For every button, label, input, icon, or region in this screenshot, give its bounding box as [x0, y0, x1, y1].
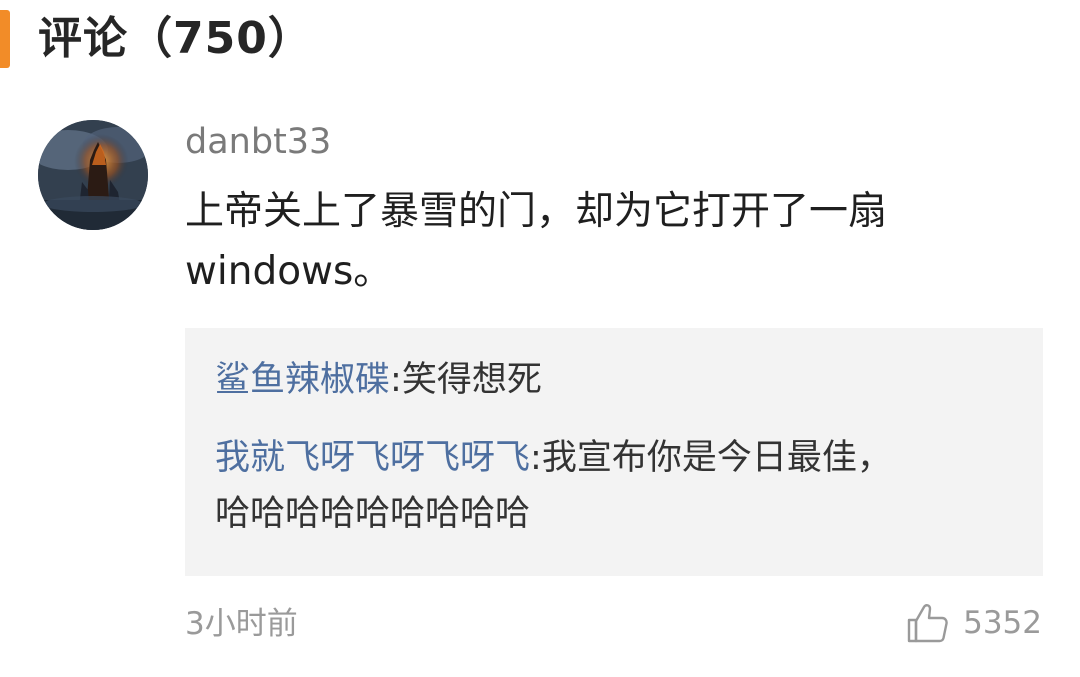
reply-line: 我就飞呀飞呀飞呀飞:我宣布你是今日最佳， [215, 430, 892, 486]
reply-line: 哈哈哈哈哈哈哈哈哈 [215, 494, 531, 534]
reply-item[interactable]: 鲨鱼辣椒碟:笑得想死 [215, 352, 542, 408]
reply-item[interactable]: 我就飞呀飞呀飞呀飞:我宣布你是今日最佳， 哈哈哈哈哈哈哈哈哈 [215, 430, 892, 542]
comments-header: 评论（750） [0, 0, 1080, 80]
replies-box[interactable]: 鲨鱼辣椒碟:笑得想死 我就飞呀飞呀飞呀飞:我宣布你是今日最佳， 哈哈哈哈哈哈哈哈… [185, 328, 1043, 576]
comments-title: 评论（750） [38, 13, 313, 64]
reply-line: 鲨鱼辣椒碟:笑得想死 [215, 352, 542, 408]
thumbs-up-icon [907, 604, 948, 643]
avatar-fantasy-tower-icon [38, 120, 148, 230]
reply-author[interactable]: 鲨鱼辣椒碟 [215, 360, 390, 400]
comment-username[interactable]: danbt33 [185, 120, 331, 164]
comment-item: danbt33 上帝关上了暴雪的门，却为它打开了一扇 windows。 鲨鱼辣椒… [0, 110, 1080, 670]
like-button[interactable]: 5352 [905, 600, 1042, 646]
header-accent-bar [0, 10, 10, 68]
reply-author[interactable]: 我就飞呀飞呀飞呀飞 [215, 438, 530, 478]
comment-body-line: windows。 [185, 249, 393, 294]
reply-text: 笑得想死 [401, 360, 542, 400]
reply-text: 我宣布你是今日最佳， [541, 438, 892, 478]
user-avatar[interactable] [38, 120, 148, 230]
comment-body-line: 上帝关上了暴雪的门，却为它打开了一扇 [185, 189, 888, 234]
reply-separator: : [530, 438, 542, 478]
comment-timestamp: 3小时前 [185, 606, 298, 642]
comment-body: 上帝关上了暴雪的门，却为它打开了一扇 windows。 [185, 182, 1045, 302]
reply-separator: : [390, 360, 402, 400]
like-count: 5352 [963, 605, 1042, 641]
